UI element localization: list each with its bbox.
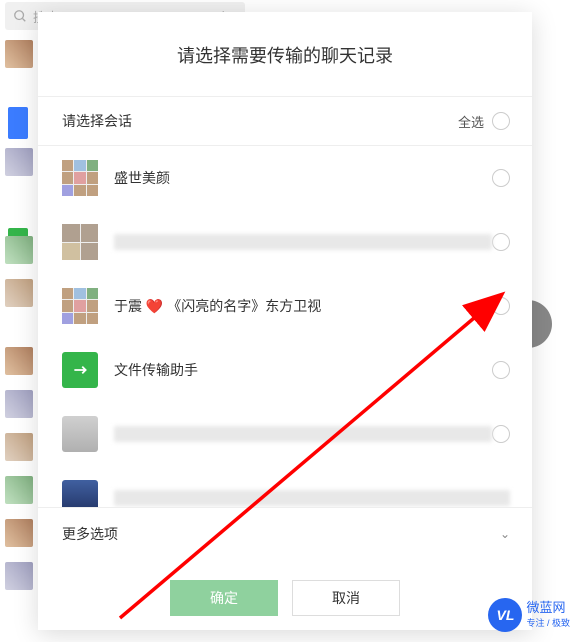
- watermark-sub: 专注 / 极致: [526, 616, 570, 629]
- more-options-button[interactable]: 更多选项 ⌄: [38, 507, 532, 560]
- watermark: VL 微蓝网 专注 / 极致: [488, 598, 570, 632]
- sidebar-chat-item[interactable]: [5, 390, 33, 418]
- cancel-button[interactable]: 取消: [292, 580, 400, 616]
- sidebar-chat-item[interactable]: [5, 519, 33, 547]
- select-all-radio[interactable]: [492, 112, 510, 130]
- chat-name: 文件传输助手: [114, 360, 492, 380]
- chat-name: 于震 ❤️ 《闪亮的名字》东方卫视: [114, 296, 492, 316]
- group-avatar-icon: [62, 288, 98, 324]
- file-transfer-icon: [62, 352, 98, 388]
- select-all-button[interactable]: 全选: [458, 112, 510, 131]
- avatar-icon: [62, 480, 98, 507]
- transfer-chat-modal: 请选择需要传输的聊天记录 请选择会话 全选 盛世美颜 于震 ❤️ 《闪亮的名字》…: [38, 12, 532, 630]
- chat-name: [114, 490, 510, 506]
- chat-item[interactable]: 文件传输助手: [38, 338, 532, 402]
- chat-select-radio[interactable]: [492, 233, 510, 251]
- chat-list: 盛世美颜 于震 ❤️ 《闪亮的名字》东方卫视 文件传输助手: [38, 146, 532, 507]
- sidebar-chat-item[interactable]: [5, 476, 33, 504]
- chat-select-radio[interactable]: [492, 425, 510, 443]
- modal-title: 请选择需要传输的聊天记录: [38, 12, 532, 96]
- chat-name: 盛世美颜: [114, 168, 492, 188]
- modal-footer: 确定 取消: [38, 560, 532, 630]
- chat-select-radio[interactable]: [492, 361, 510, 379]
- chevron-down-icon: ⌄: [500, 527, 510, 541]
- chat-item[interactable]: [38, 210, 532, 274]
- sidebar-chat-item[interactable]: [5, 279, 33, 307]
- confirm-button[interactable]: 确定: [170, 580, 278, 616]
- group-avatar-icon: [62, 160, 98, 196]
- watermark-logo: VL: [488, 598, 522, 632]
- sidebar-chat-item[interactable]: [5, 236, 33, 264]
- sidebar-chat-item[interactable]: [5, 148, 33, 176]
- chat-item[interactable]: 于震 ❤️ 《闪亮的名字》东方卫视: [38, 274, 532, 338]
- chat-item[interactable]: [38, 402, 532, 466]
- chat-name: [114, 234, 492, 250]
- select-session-label: 请选择会话: [62, 111, 132, 131]
- sidebar-chat-item[interactable]: [5, 433, 33, 461]
- select-all-label: 全选: [458, 112, 484, 131]
- chat-select-radio[interactable]: [492, 297, 510, 315]
- chat-select-radio[interactable]: [492, 169, 510, 187]
- group-avatar-icon: [62, 224, 98, 260]
- avatar-icon: [62, 416, 98, 452]
- section-header: 请选择会话 全选: [38, 96, 532, 146]
- sidebar-chat-item[interactable]: [5, 562, 33, 590]
- chat-item[interactable]: 盛世美颜: [38, 146, 532, 210]
- sidebar-chat-item[interactable]: [5, 40, 33, 68]
- sidebar-chat-list: [5, 40, 33, 605]
- chat-item[interactable]: [38, 466, 532, 507]
- more-options-label: 更多选项: [62, 524, 118, 544]
- chat-name: [114, 426, 492, 442]
- watermark-brand: 微蓝网: [526, 601, 570, 615]
- search-icon: [13, 9, 27, 23]
- sidebar-chat-item[interactable]: [5, 347, 33, 375]
